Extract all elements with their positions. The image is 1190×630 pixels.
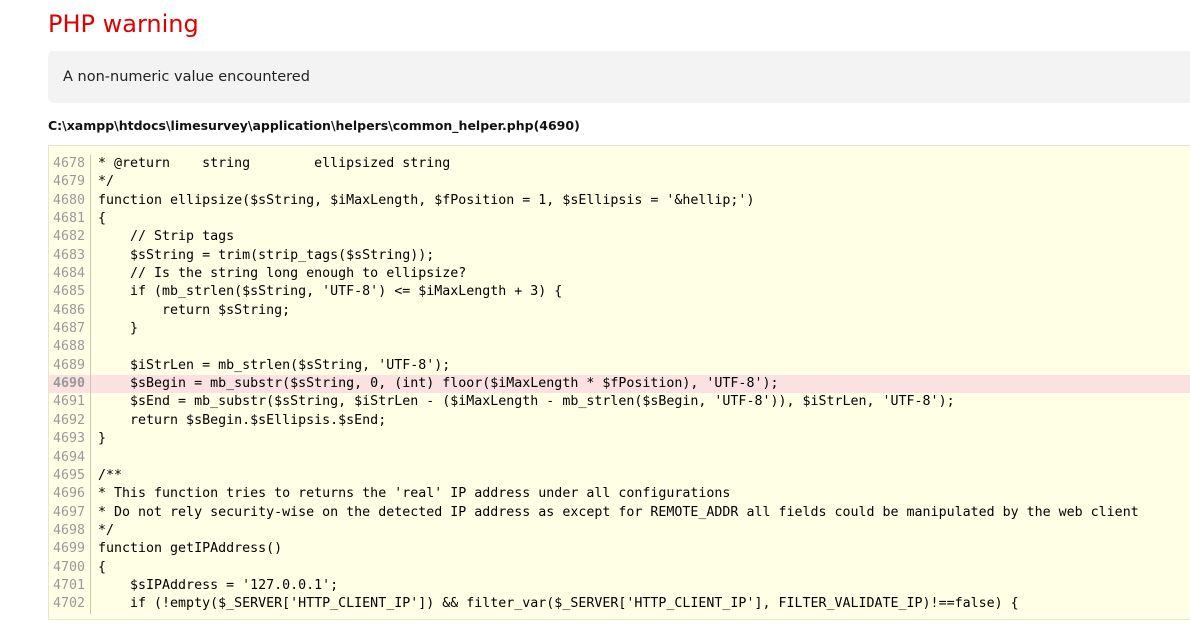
line-number: 4678 [49, 155, 91, 174]
line-code: } [98, 321, 139, 337]
line-number: 4694 [49, 448, 91, 467]
code-line: 4701 $sIPAddress = '127.0.0.1'; [49, 576, 1190, 596]
line-number: 4690 [49, 375, 91, 394]
line-code: $sIPAddress = '127.0.0.1'; [98, 577, 339, 593]
line-code: function ellipsize($sString, $iMaxLength… [98, 192, 755, 208]
line-code: // Is the string long enough to ellipsiz… [98, 266, 467, 282]
code-line: 4679 */ [49, 173, 1190, 192]
line-number: 4685 [49, 283, 91, 302]
line-code: */ [98, 522, 115, 538]
line-number: 4692 [49, 411, 91, 431]
line-number: 4689 [49, 356, 91, 376]
code-line: 4696 * This function tries to returns the… [49, 485, 1190, 504]
code-line: 4687 } [49, 320, 1190, 339]
line-code: $iStrLen = mb_strlen($sString, 'UTF-8'); [98, 357, 451, 373]
error-title: PHP warning [48, 10, 199, 38]
line-code: } [98, 431, 107, 447]
code-line: 4685 if (mb_strlen($sString, 'UTF-8') <=… [49, 283, 1190, 302]
code-line: 4680 function ellipsize($sString, $iMaxLe… [49, 191, 1190, 211]
error-message: A non-numeric value encountered [48, 51, 1190, 103]
line-number: 4686 [49, 301, 91, 321]
line-number: 4699 [49, 540, 91, 559]
error-code-line: 4690 $sBegin = mb_substr($sString, 0, (i… [49, 375, 1190, 394]
code-line: 4697 * Do not rely security-wise on the d… [49, 503, 1190, 522]
line-number: 4688 [49, 338, 91, 357]
code-line: 4698 */ [49, 521, 1190, 541]
line-code: { [98, 211, 107, 227]
line-number: 4691 [49, 393, 91, 412]
code-line: 4700 { [49, 558, 1190, 577]
code-line: 4693} [49, 430, 1190, 449]
code-line: 4681 { [49, 210, 1190, 229]
code-line: 4682 // Strip tags [49, 228, 1190, 247]
line-code: $sEnd = mb_substr($sString, $iStrLen - (… [98, 394, 955, 410]
line-number: 4682 [49, 228, 91, 247]
code-line: 4678 * @return string ellipsized string [49, 155, 1190, 174]
line-code: /** [98, 467, 123, 483]
line-code: $sBegin = mb_substr($sString, 0, (int) f… [98, 376, 779, 392]
code-line: 4702 if (!empty($_SERVER['HTTP_CLIENT_IP… [49, 595, 1190, 614]
line-code: function getIPAddress() [98, 541, 283, 557]
code-line: 4695 /** [49, 466, 1190, 486]
line-code: if (!empty($_SERVER['HTTP_CLIENT_IP']) &… [98, 596, 1019, 612]
code-line: 4684 // Is the string long enough to ell… [49, 265, 1190, 284]
line-number: 4698 [49, 521, 91, 541]
line-number: 4695 [49, 466, 91, 486]
error-file-path: C:\xampp\htdocs\limesurvey\application\h… [48, 118, 580, 133]
code-line: 4699 function getIPAddress() [49, 540, 1190, 559]
line-number: 4681 [49, 210, 91, 229]
line-code: * Do not rely security-wise on the detec… [98, 504, 1139, 520]
line-number: 4702 [49, 595, 91, 614]
code-line: 4691 $sEnd = mb_substr($sString, $iStrLe… [49, 393, 1190, 412]
line-code: // Strip tags [98, 229, 235, 245]
line-code: if (mb_strlen($sString, 'UTF-8') <= $iMa… [98, 284, 563, 300]
line-code: */ [98, 174, 115, 190]
line-number: 4680 [49, 191, 91, 211]
code-line: 4683 $sString = trim(strip_tags($sString… [49, 246, 1190, 266]
line-number: 4700 [49, 558, 91, 577]
code-line: 4688 [49, 338, 1190, 357]
line-number: 4684 [49, 265, 91, 284]
source-code: 4678 * @return string ellipsized string 46… [49, 146, 1190, 614]
code-line: 4694 [49, 448, 1190, 467]
code-line: 4686 return $sString; [49, 301, 1190, 321]
source-code-panel: 4678 * @return string ellipsized string 46… [48, 145, 1190, 620]
error-page: PHP warning A non-numeric value encounte… [0, 0, 1190, 630]
line-code: * This function tries to returns the 're… [98, 486, 731, 502]
line-number: 4679 [49, 173, 91, 192]
line-number: 4701 [49, 576, 91, 596]
line-number: 4687 [49, 320, 91, 339]
line-code: * @return string ellipsized string [98, 156, 451, 171]
line-number: 4696 [49, 485, 91, 504]
line-code: { [98, 559, 107, 575]
line-number: 4693 [49, 430, 91, 449]
line-code: return $sString; [98, 302, 291, 318]
code-line: 4689 $iStrLen = mb_strlen($sString, 'UTF… [49, 356, 1190, 376]
line-number: 4697 [49, 503, 91, 522]
line-number: 4683 [49, 246, 91, 266]
line-code: return $sBegin.$sEllipsis.$sEnd; [98, 412, 387, 428]
code-line: 4692 return $sBegin.$sEllipsis.$sEnd; [49, 411, 1190, 431]
line-code: $sString = trim(strip_tags($sString)); [98, 247, 435, 263]
